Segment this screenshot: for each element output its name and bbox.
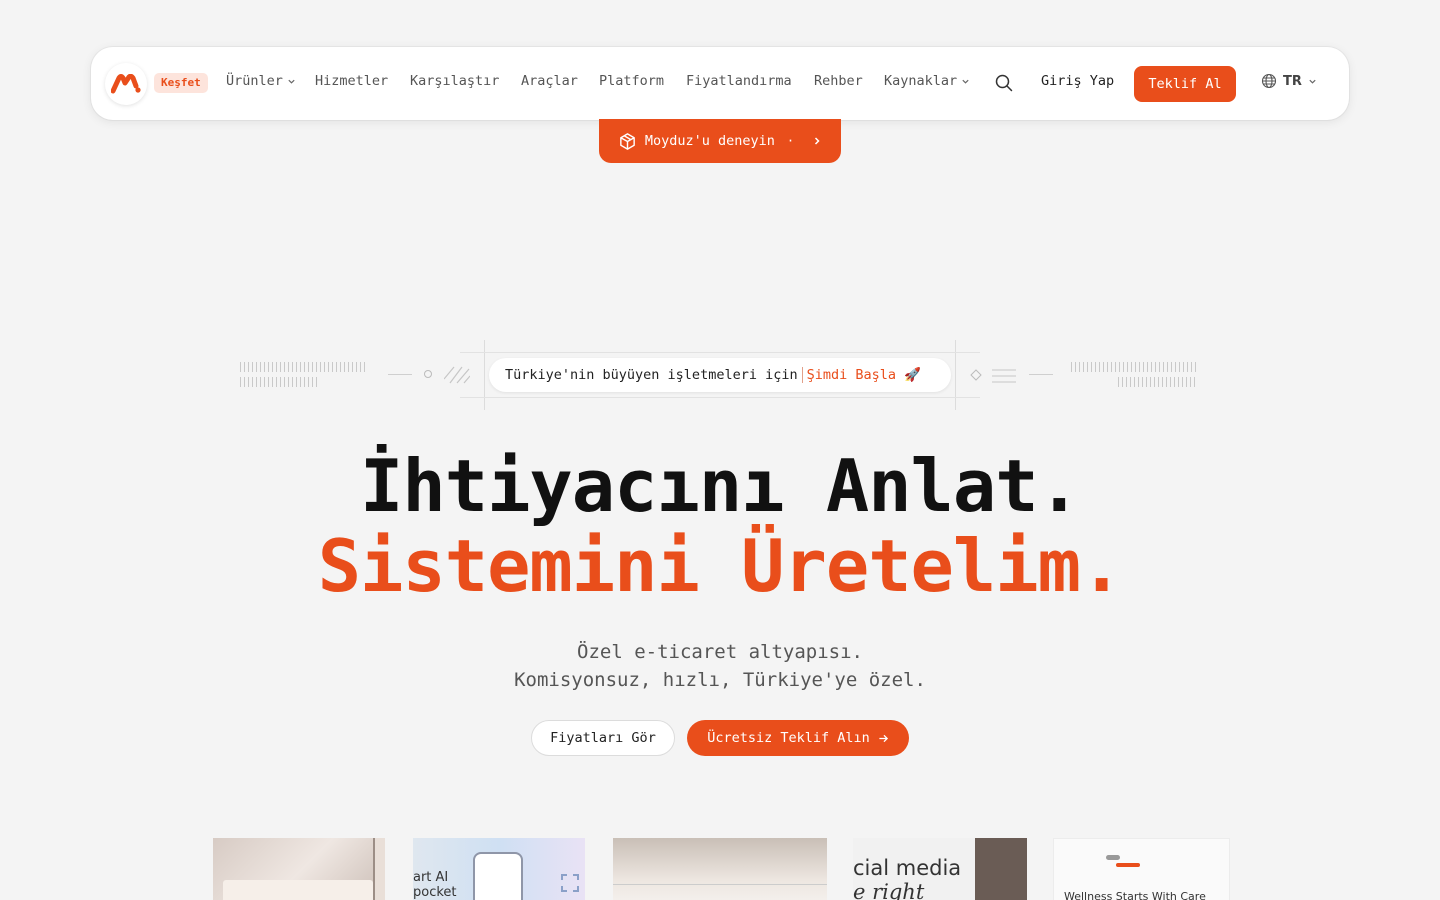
nav-link-services[interactable]: Hizmetler	[315, 73, 388, 89]
button-label: Ücretsiz Teklif Alın	[707, 730, 870, 746]
chevron-down-icon	[1309, 79, 1316, 84]
nav-link-label: Kaynaklar	[884, 73, 958, 89]
nav-link-label: Rehber	[814, 73, 863, 89]
qr-code-icon	[561, 874, 579, 892]
nav-link-tools[interactable]: Araçlar	[521, 73, 578, 89]
free-quote-button[interactable]: Ücretsiz Teklif Alın	[687, 720, 909, 756]
preview-text: e right	[853, 880, 925, 900]
preview-text: cial media	[853, 856, 962, 880]
globe-icon	[1261, 73, 1277, 89]
hatch-decoration	[240, 362, 367, 372]
top-navigation: Keşfet Ürünler Hizmetler Karşılaştır Ara…	[91, 47, 1349, 120]
try-moyduz-tab[interactable]: Moyduz'u deneyin ·	[599, 119, 841, 163]
nav-link-guide[interactable]: Rehber	[814, 73, 863, 89]
phone-mockup	[473, 852, 523, 900]
preview-edge	[373, 838, 385, 900]
frame-line	[484, 340, 485, 410]
preview-ui-chip	[1106, 855, 1120, 860]
brand-logo-icon	[111, 74, 141, 94]
hero-subtitle-line1: Özel e-ticaret altyapısı.	[577, 641, 863, 663]
nav-link-label: Ürünler	[226, 73, 283, 89]
button-label: Fiyatları Gör	[550, 730, 656, 746]
preview-text: art AI pocket	[413, 870, 457, 900]
chevron-right-icon	[815, 137, 820, 145]
preview-card[interactable]	[213, 838, 385, 900]
diamond-decoration-icon	[970, 369, 982, 381]
hatch-decoration	[1071, 362, 1198, 372]
nav-link-label: Fiyatlandırma	[686, 73, 792, 89]
language-selector[interactable]: TR	[1261, 73, 1317, 89]
discover-badge[interactable]: Keşfet	[154, 73, 208, 93]
try-tab-dot: ·	[786, 134, 795, 148]
nav-link-resources[interactable]: Kaynaklar	[884, 73, 970, 89]
hatch-decoration	[1118, 377, 1198, 387]
view-pricing-button[interactable]: Fiyatları Gör	[531, 720, 675, 756]
circle-decoration-icon	[424, 370, 432, 378]
lines-decoration-icon	[992, 369, 1016, 383]
hatch-decoration	[240, 377, 320, 387]
preview-ui-chip	[1116, 863, 1140, 867]
nav-link-label: Platform	[599, 73, 665, 89]
preview-card[interactable]: Wellness Starts With Care	[1053, 838, 1230, 900]
preview-card[interactable]: cial media e right	[853, 838, 1027, 900]
search-icon[interactable]	[995, 74, 1013, 92]
chevron-down-icon	[962, 79, 969, 84]
rocket-icon: 🚀	[904, 367, 921, 383]
frame-line	[460, 352, 980, 353]
nav-link-pricing[interactable]: Fiyatlandırma	[686, 73, 792, 89]
language-code: TR	[1283, 73, 1302, 89]
nav-link-label: Karşılaştır	[410, 73, 500, 89]
nav-link-compare[interactable]: Karşılaştır	[410, 73, 499, 89]
nav-link-label: Araçlar	[521, 73, 578, 89]
line-decoration	[1029, 374, 1053, 375]
announcement-text: Türkiye'nin büyüyen işletmeleri için	[505, 367, 798, 383]
login-link[interactable]: Giriş Yap	[1041, 73, 1114, 89]
chevron-down-icon	[288, 79, 295, 84]
preview-ui-divider	[613, 884, 827, 885]
try-tab-label: Moyduz'u deneyin	[644, 133, 775, 149]
announcement-pill[interactable]: Türkiye'nin büyüyen işletmeleri için Şim…	[489, 358, 951, 392]
preview-card[interactable]: art AI pocket	[413, 838, 585, 900]
hero-subtitle-line2: Komisyonsuz, hızlı, Türkiye'ye özel.	[514, 669, 926, 691]
get-quote-button[interactable]: Teklif Al	[1134, 66, 1236, 102]
box-icon	[619, 132, 635, 150]
hero-title-line1: İhtiyacını Anlat.	[360, 444, 1081, 528]
frame-line	[460, 397, 980, 398]
preview-ui-panel	[223, 880, 373, 900]
line-decoration	[388, 374, 412, 375]
preview-carousel: art AI pocket cial media e right Wellnes…	[0, 830, 1440, 900]
pill-separator	[801, 367, 803, 383]
preview-text: Wellness Starts With Care	[1064, 890, 1206, 900]
start-now-link[interactable]: Şimdi Başla	[807, 367, 896, 383]
hero-title-line2: Sistemini Üretelim.	[317, 524, 1124, 608]
arrow-right-icon	[879, 734, 888, 742]
brand-logo[interactable]	[105, 63, 147, 105]
nav-link-products[interactable]: Ürünler	[226, 73, 296, 89]
nav-link-platform[interactable]: Platform	[599, 73, 664, 89]
diagonal-lines-icon	[444, 366, 470, 384]
nav-link-label: Hizmetler	[315, 73, 389, 89]
frame-line	[955, 340, 956, 410]
preview-card[interactable]	[613, 838, 827, 900]
